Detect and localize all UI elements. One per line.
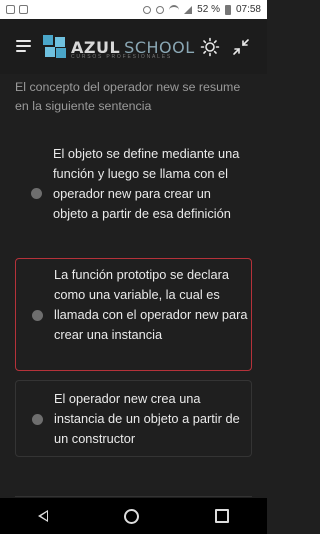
system-indicators: 52 % 07:58 (143, 4, 261, 15)
answer-option-1[interactable]: El objeto se define mediante una función… (15, 139, 252, 247)
question-text: El concepto del operador new se resume e… (15, 80, 241, 113)
do-not-disturb-icon (156, 5, 165, 14)
status-bar: 52 % 07:58 (0, 0, 267, 19)
answer-option-label: La función prototipo se declara como una… (54, 267, 248, 342)
azul-school-logo: AZUL SCHOOL CURSOS PROFESIONALES (43, 33, 195, 61)
radio-button[interactable] (31, 188, 42, 199)
android-nav-bar (0, 498, 267, 534)
back-icon[interactable] (38, 510, 48, 522)
theme-toggle-sun-icon[interactable] (200, 37, 220, 57)
answer-option-label: El objeto se define mediante una función… (53, 146, 240, 221)
alarm-icon (143, 5, 152, 14)
divider (15, 496, 252, 497)
signal-icon (184, 5, 193, 14)
notification-icon (19, 5, 28, 14)
logo-mark-icon (43, 35, 67, 59)
radio-button[interactable] (32, 310, 43, 321)
exit-fullscreen-icon[interactable] (231, 37, 251, 57)
wifi-icon (169, 4, 180, 15)
battery-icon (224, 4, 231, 15)
answer-option-label: El operador new crea una instancia de un… (54, 391, 240, 446)
radio-button[interactable] (32, 414, 43, 425)
notification-icon (6, 5, 15, 14)
battery-text: 52 % (197, 4, 220, 15)
recent-apps-icon[interactable] (215, 509, 229, 523)
app-header: AZUL SCHOOL CURSOS PROFESIONALES (0, 19, 267, 74)
logo-tagline: CURSOS PROFESIONALES (71, 54, 173, 60)
answer-option-3[interactable]: El operador new crea una instancia de un… (15, 380, 252, 457)
notification-icons (6, 5, 28, 14)
answer-option-2[interactable]: La función prototipo se declara como una… (15, 258, 252, 371)
menu-icon[interactable] (16, 40, 31, 53)
home-icon[interactable] (124, 508, 139, 524)
clock: 07:58 (235, 4, 261, 15)
